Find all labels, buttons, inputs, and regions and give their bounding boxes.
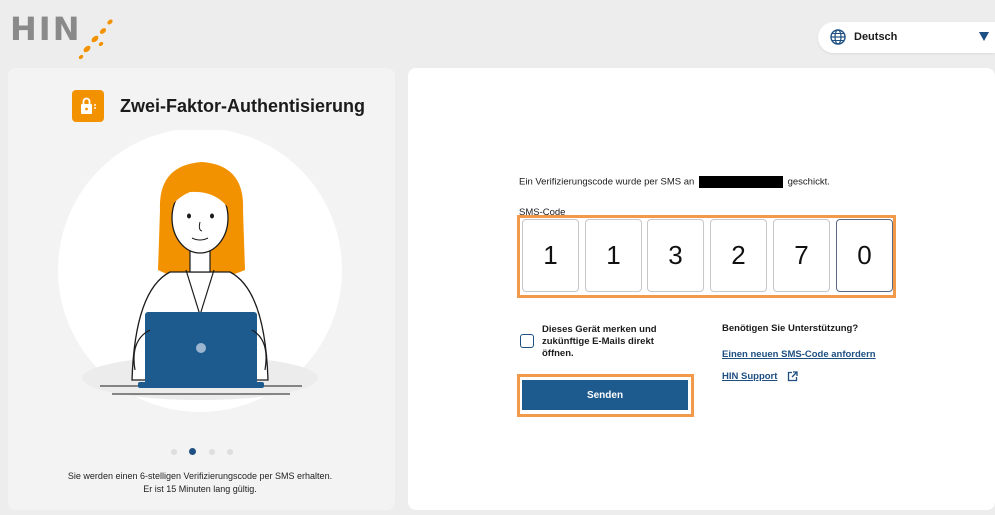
hin-logo[interactable]: HIN	[10, 10, 120, 60]
send-button[interactable]: Senden	[522, 380, 688, 410]
lock-icon	[72, 90, 104, 122]
carousel-dot-active[interactable]	[189, 448, 196, 455]
sms-sent-message: Ein Verifizierungscode wurde per SMS an …	[519, 176, 830, 188]
chevron-down-icon	[979, 32, 989, 41]
panel-caption: Sie werden einen 6-stelligen Verifizieru…	[40, 470, 360, 496]
logo-text: HIN	[10, 10, 82, 48]
code-digit-input-2[interactable]: 1	[585, 219, 642, 292]
remember-device-checkbox[interactable]	[520, 334, 534, 348]
globe-icon	[830, 29, 846, 45]
external-link-icon	[787, 371, 798, 382]
carousel-dot[interactable]	[209, 449, 215, 455]
logo-dots-icon	[78, 19, 113, 60]
remember-device-label[interactable]: Dieses Gerät merken und zukünftige E-Mai…	[542, 324, 682, 360]
carousel-dot[interactable]	[171, 449, 177, 455]
help-heading: Benötigen Sie Unterstützung?	[722, 323, 859, 334]
carousel-dot[interactable]	[227, 449, 233, 455]
caption-line-2: Er ist 15 Minuten lang gültig.	[143, 484, 257, 494]
code-digit-input-6[interactable]: 0	[836, 219, 893, 292]
code-digit-input-1[interactable]: 1	[522, 219, 579, 292]
hin-support-link[interactable]: HIN Support	[722, 371, 777, 382]
caption-line-1: Sie werden einen 6-stelligen Verifizieru…	[67, 471, 333, 481]
redacted-phone-number	[698, 176, 783, 188]
language-selector[interactable]: Deutsch	[818, 22, 995, 53]
code-digit-input-4[interactable]: 2	[710, 219, 767, 292]
request-new-code-link[interactable]: Einen neuen SMS-Code anfordern	[722, 349, 876, 360]
language-label: Deutsch	[854, 31, 898, 43]
page-title: Zwei-Faktor-Authentisierung	[120, 96, 366, 116]
code-digit-input-5[interactable]: 7	[773, 219, 830, 292]
top-bar: HIN Deutsch	[0, 0, 995, 66]
info-text-suffix: geschickt.	[787, 176, 830, 188]
woman-with-laptop-illustration	[58, 130, 342, 412]
code-digit-input-3[interactable]: 3	[647, 219, 704, 292]
info-text-prefix: Ein Verifizierungscode wurde per SMS an	[519, 176, 695, 188]
